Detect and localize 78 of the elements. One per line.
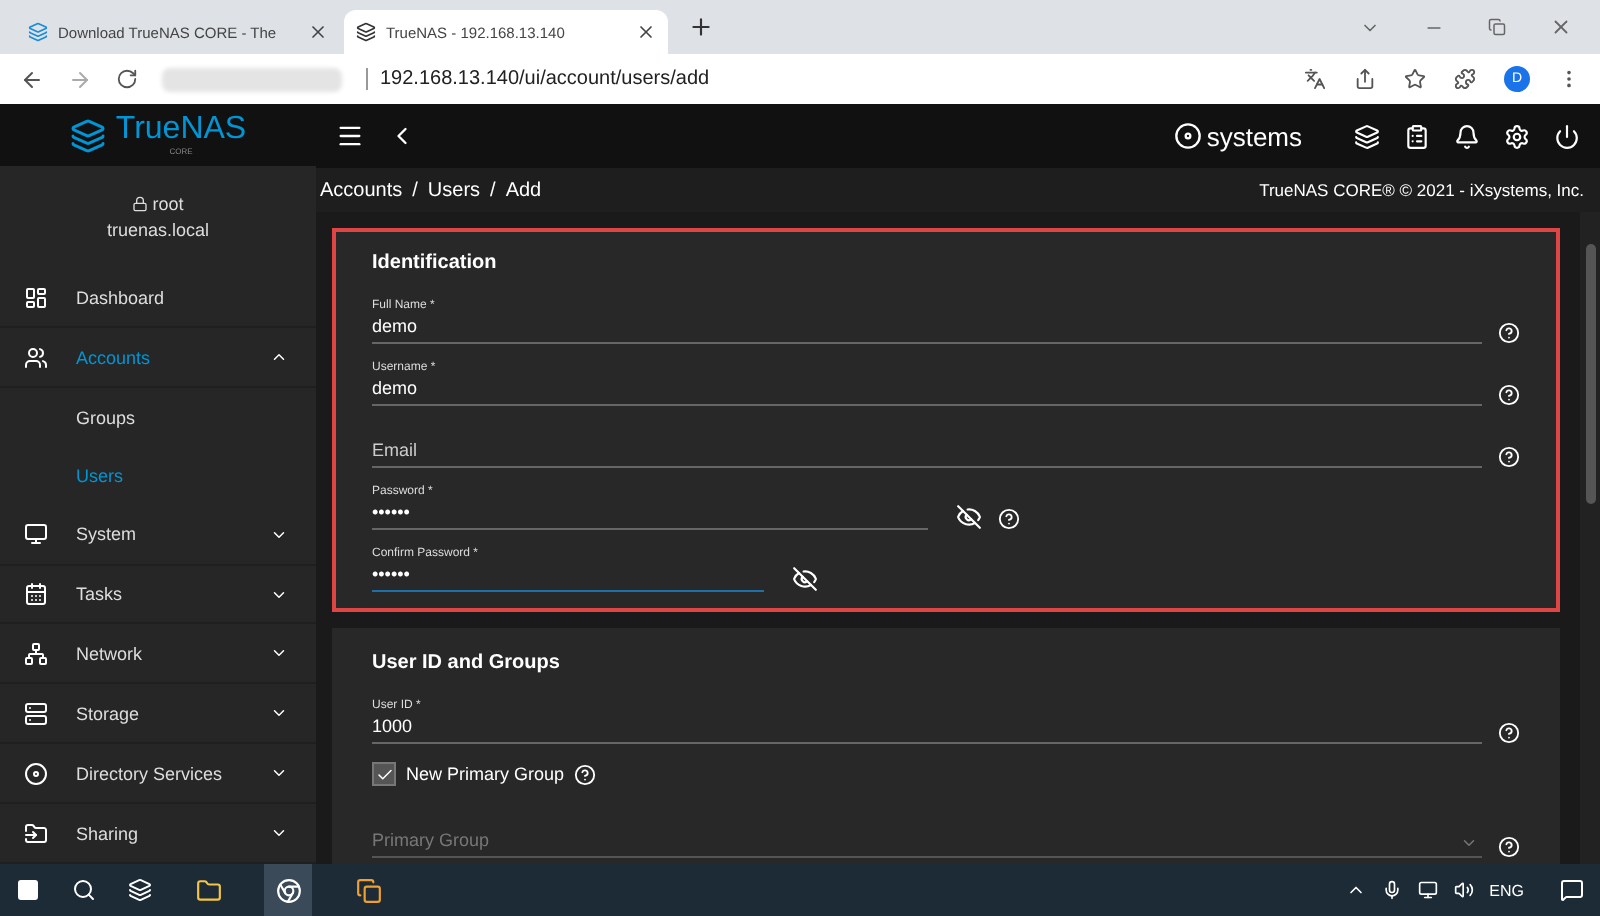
- settings-icon[interactable]: [1504, 123, 1530, 149]
- nav-item[interactable]: Network: [0, 624, 316, 685]
- text-field[interactable]: demo: [372, 312, 1482, 344]
- nav-item[interactable]: Directory Services: [0, 744, 316, 805]
- breadcrumb-separator: /: [490, 179, 496, 201]
- nav-item[interactable]: Storage: [0, 684, 316, 745]
- calendar-icon: [24, 582, 48, 607]
- reload-icon[interactable]: [116, 68, 138, 90]
- breadcrumb-separator: /: [412, 179, 418, 201]
- help-icon[interactable]: [998, 508, 1020, 530]
- close-icon[interactable]: [308, 22, 328, 42]
- password-field[interactable]: ••••••: [372, 560, 764, 592]
- check-icon: [375, 765, 393, 783]
- nav-item[interactable]: System: [0, 505, 316, 566]
- text-field[interactable]: Email: [372, 436, 1482, 468]
- nav-item[interactable]: Tasks: [0, 565, 316, 625]
- section-title: Identification: [372, 252, 499, 274]
- close-icon[interactable]: [636, 22, 656, 42]
- task-view-icon[interactable]: [128, 878, 152, 902]
- text-field[interactable]: 1000: [372, 712, 1482, 744]
- logo-text: TrueNAS: [115, 114, 247, 147]
- people-icon: [24, 345, 48, 370]
- section-title: User ID and Groups: [372, 652, 562, 674]
- layers-icon[interactable]: [1354, 123, 1380, 149]
- storage-icon: [24, 701, 48, 726]
- eye-off-icon[interactable]: [956, 504, 982, 530]
- caret-icon: [1460, 834, 1478, 852]
- nav-item[interactable]: Dashboard: [0, 268, 316, 329]
- password-field[interactable]: ••••••: [372, 498, 928, 530]
- breadcrumb-link[interactable]: Add: [505, 179, 542, 201]
- host-name: truenas.local: [106, 220, 210, 241]
- nav-item[interactable]: Accounts: [0, 328, 316, 388]
- select-field[interactable]: Primary Group: [372, 826, 1482, 858]
- help-icon[interactable]: [1498, 384, 1520, 406]
- power-icon[interactable]: [1554, 123, 1580, 149]
- scrollbar[interactable]: [1580, 212, 1600, 864]
- breadcrumb-link[interactable]: Accounts: [320, 179, 403, 201]
- brand-mark-icon: [1174, 122, 1203, 150]
- help-icon[interactable]: [1498, 722, 1520, 744]
- logo-icon: [69, 117, 106, 154]
- help-icon[interactable]: [1498, 446, 1520, 468]
- breadcrumb-link[interactable]: Users: [427, 179, 481, 201]
- help-icon[interactable]: [1498, 322, 1520, 344]
- user-name: root: [152, 194, 184, 215]
- browser-icon[interactable]: [264, 864, 312, 916]
- laptop-icon: [24, 522, 48, 547]
- lock-icon: [132, 196, 149, 213]
- notification-icon[interactable]: [1560, 878, 1584, 902]
- translate-icon[interactable]: [1304, 68, 1326, 90]
- windows-icon[interactable]: [16, 878, 40, 902]
- star-icon[interactable]: [1404, 68, 1426, 90]
- help-icon[interactable]: [1498, 836, 1520, 858]
- search-icon[interactable]: [72, 878, 96, 902]
- dashboard-icon: [24, 285, 48, 310]
- copyright-text: TrueNAS CORE® © 2021 - iXsystems, Inc.: [1259, 180, 1584, 200]
- speaker-icon[interactable]: [1453, 880, 1474, 900]
- new-tab-icon[interactable]: [688, 14, 714, 40]
- nav-subitem[interactable]: Groups: [0, 387, 316, 447]
- checkbox[interactable]: [372, 762, 396, 786]
- close-icon[interactable]: [1550, 16, 1572, 38]
- menu-icon[interactable]: [336, 122, 364, 150]
- checkbox-label: New Primary Group: [406, 764, 565, 784]
- back-icon[interactable]: [20, 67, 44, 91]
- clipboard-icon[interactable]: [1404, 123, 1430, 149]
- puzzle-icon[interactable]: [1454, 68, 1476, 90]
- help-icon[interactable]: [574, 763, 597, 785]
- brand-text: systems: [1206, 121, 1302, 151]
- address-field[interactable]: 192.168.13.140/ui/account/users/add: [366, 68, 710, 90]
- disc-icon: [24, 761, 48, 786]
- eye-off-icon[interactable]: [792, 566, 818, 592]
- nav-subitem[interactable]: Users: [0, 446, 316, 506]
- restore-icon[interactable]: [1488, 16, 1506, 38]
- folder-icon: [24, 821, 48, 846]
- share-icon[interactable]: [1354, 68, 1376, 90]
- microphone-icon[interactable]: [1381, 880, 1402, 900]
- bell-icon[interactable]: [1454, 123, 1480, 149]
- text-field[interactable]: demo: [372, 374, 1482, 406]
- language-indicator[interactable]: ENG: [1489, 881, 1524, 899]
